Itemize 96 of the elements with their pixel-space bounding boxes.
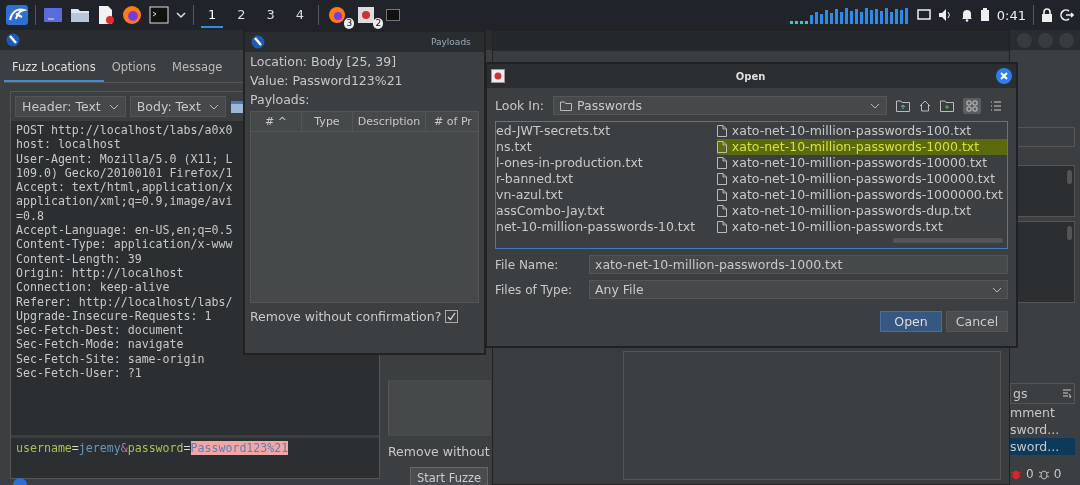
clock[interactable]: 0:41 [996, 7, 1026, 23]
home-icon[interactable] [919, 99, 932, 112]
file-item[interactable]: xato-net-10-million-passwords-1000.txt [716, 139, 1007, 155]
file-item[interactable]: ed-JWT-secrets.txt [496, 123, 717, 139]
workspace-tab[interactable]: 3 [259, 2, 282, 28]
file-name-label: File Name: [495, 257, 560, 272]
file-item[interactable]: xato-net-10-million-passwords-1000000.txt [716, 187, 1007, 203]
file-type-label: Files of Type: [495, 282, 574, 297]
up-folder-icon[interactable] [896, 99, 911, 112]
dialog-title: Payloads [431, 37, 471, 47]
folder-icon [560, 100, 573, 111]
tab[interactable]: Message [164, 54, 231, 82]
close-icon[interactable] [996, 68, 1012, 84]
list-view-icon[interactable] [990, 99, 1003, 112]
chevron-down-icon [992, 286, 1002, 293]
scrollbar-thumb[interactable] [1067, 226, 1072, 240]
alert-count: 0 [1053, 467, 1062, 481]
list-item[interactable]: sword... [1010, 421, 1075, 438]
workspace-tab[interactable]: 1 [201, 2, 224, 28]
file-item[interactable]: l-ones-in-production.txt [496, 155, 717, 171]
grid-view-icon[interactable] [966, 99, 979, 112]
new-folder-icon[interactable] [940, 99, 955, 112]
app-window-icon[interactable] [357, 6, 376, 24]
caret-icon[interactable] [176, 11, 186, 19]
open-button[interactable]: Open [880, 311, 942, 332]
file-type-dropdown[interactable]: Any File [589, 280, 1008, 299]
payloads-label: Payloads: [250, 92, 311, 108]
file-item[interactable]: xato-net-10-million-passwords-10000.txt [716, 155, 1007, 171]
app-logo-icon [6, 33, 20, 47]
header-view-dropdown[interactable]: Header: Text [15, 96, 126, 117]
file-item[interactable]: net-10-million-passwords-10.txt [496, 219, 717, 235]
look-in-dropdown[interactable]: Passwords [553, 96, 888, 115]
chevron-down-icon [208, 103, 219, 110]
file-item[interactable]: xato-net-10-million-passwords-dup.txt [716, 203, 1007, 219]
lock-icon[interactable] [1041, 8, 1053, 22]
file-icon [716, 141, 727, 153]
file-icon [716, 205, 727, 217]
document-icon[interactable] [97, 5, 115, 25]
logout-icon[interactable] [1060, 8, 1074, 22]
desktop-icon[interactable] [43, 6, 63, 24]
file-name-field[interactable]: xato-net-10-million-passwords-1000.txt [589, 255, 1008, 274]
count-badge: 2 [373, 18, 384, 29]
list-item[interactable]: mment [1010, 404, 1075, 421]
file-item[interactable]: xato-net-10-million-passwords-100.txt [716, 123, 1007, 139]
bell-icon[interactable] [960, 8, 973, 22]
app-logo-icon [251, 35, 265, 49]
terminal-icon[interactable] [386, 9, 401, 21]
firefox-icon[interactable] [328, 6, 347, 24]
app-icon [491, 69, 505, 83]
file-item[interactable]: r-banned.txt [496, 171, 717, 187]
file-item[interactable]: xato-net-10-million-passwords-100000.txt [716, 171, 1007, 187]
column-menu-icon[interactable] [1062, 388, 1072, 399]
tab[interactable]: Fuzz Locations [4, 54, 104, 82]
help-icon[interactable] [13, 475, 27, 485]
column-header[interactable]: gs [1013, 386, 1028, 401]
column-header[interactable]: # of Pr [426, 112, 478, 131]
dialog-title: Open [734, 70, 767, 82]
battery-icon[interactable] [979, 8, 990, 22]
dragon-logo-icon[interactable] [6, 5, 28, 25]
remove-without-label: Remove without [388, 444, 490, 459]
file-item[interactable]: xato-net-10-million-passwords.txt [716, 219, 1007, 235]
display-icon[interactable] [916, 9, 931, 21]
chevron-down-icon [870, 102, 881, 109]
checkbox[interactable] [445, 310, 459, 323]
list-item[interactable]: sword... [1010, 438, 1075, 455]
file-icon [716, 157, 727, 169]
location-label: Location: Body [25, 39] [250, 54, 398, 70]
file-item[interactable]: assCombo-Jay.txt [496, 203, 717, 219]
file-item[interactable]: vn-azul.txt [496, 187, 717, 203]
column-header[interactable]: Type [302, 112, 353, 131]
tab[interactable]: Options [103, 54, 164, 82]
file-icon [716, 125, 727, 137]
layout-icon[interactable] [229, 99, 244, 114]
scrollbar-thumb[interactable] [893, 238, 1003, 243]
scrollbar-thumb[interactable] [1067, 170, 1072, 184]
look-in-label: Look In: [495, 98, 545, 113]
bug-icon [1010, 468, 1022, 480]
request-body-field[interactable]: username=jeremy&password=Password123%21 [11, 438, 379, 478]
bug-outline-icon [1037, 468, 1050, 480]
body-view-dropdown[interactable]: Body: Text [129, 96, 226, 117]
chevron-down-icon [108, 103, 119, 110]
count-badge: 3 [344, 18, 355, 29]
column-header[interactable]: Description [353, 112, 426, 131]
folder-icon[interactable] [70, 6, 90, 24]
column-header[interactable]: # ^ [251, 112, 302, 131]
file-icon [716, 221, 727, 233]
file-icon [716, 189, 727, 201]
alert-count: 0 [1026, 467, 1034, 481]
cancel-button[interactable]: Cancel [946, 311, 1008, 332]
workspace-tab[interactable]: 4 [288, 2, 312, 28]
file-icon [716, 173, 727, 185]
start-fuzzer-button[interactable]: Start Fuzze [410, 467, 489, 485]
file-item[interactable]: ns.txt [496, 139, 717, 155]
firefox-icon[interactable] [122, 5, 142, 25]
workspace-tab[interactable]: 2 [230, 2, 253, 28]
value-label: Value: Password123%21 [250, 73, 404, 89]
